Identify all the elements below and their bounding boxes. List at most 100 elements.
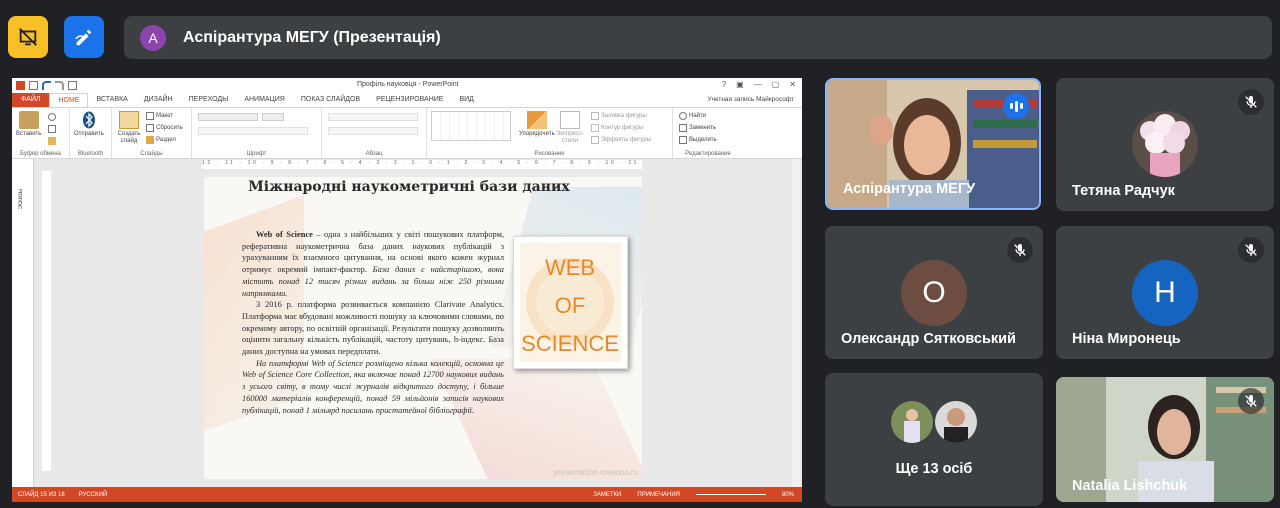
- styles-icon: [560, 111, 580, 129]
- tab-slideshow[interactable]: ПОКАЗ СЛАЙДОВ: [293, 93, 368, 107]
- paste-icon: [18, 111, 39, 129]
- ribbon-display-icon[interactable]: ▣: [736, 80, 744, 89]
- account-label[interactable]: Учетная запись Майкрософт: [707, 96, 794, 103]
- tab-animation[interactable]: АНИМАЦИЯ: [236, 93, 293, 107]
- replace-button[interactable]: Заменить: [679, 124, 716, 132]
- new-slide-icon: [119, 111, 139, 129]
- slide-title[interactable]: Міжнародні наукометричні бази даних: [244, 178, 574, 197]
- list-buttons[interactable]: [328, 113, 418, 121]
- tab-view[interactable]: ВИД: [451, 93, 481, 107]
- layout-icon: [146, 112, 154, 120]
- shared-screen: Профіль науковця - PowerPoint ? ▣ — ▢ ✕ …: [12, 78, 802, 502]
- tab-insert[interactable]: ВСТАВКА: [88, 93, 135, 107]
- web-of-science-logo[interactable]: WEB OF SCIENCE: [513, 236, 628, 369]
- tab-transitions[interactable]: ПЕРЕХОДЫ: [181, 93, 237, 107]
- others-count: Ще 13 осіб: [895, 461, 973, 477]
- others-avatars: [891, 401, 977, 443]
- arrange-button[interactable]: Упорядочить: [519, 111, 555, 137]
- close-icon[interactable]: ✕: [789, 80, 796, 89]
- participant-tile[interactable]: О Олександр Сятковський: [825, 226, 1043, 359]
- paste-button[interactable]: Вставить: [16, 111, 41, 137]
- bluetooth-group: Отправить Bluetooth: [70, 108, 112, 158]
- slide-body-text[interactable]: Web of Science – одна з найбільших у сві…: [242, 229, 504, 416]
- save-icon[interactable]: [29, 81, 38, 90]
- effects-icon: [591, 136, 599, 144]
- start-slideshow-icon[interactable]: [68, 81, 77, 90]
- mic-off-icon: [1245, 96, 1257, 108]
- current-slide[interactable]: Міжнародні наукометричні бази даних Web …: [204, 177, 642, 479]
- thumbnails-pane[interactable]: Эскизы: [12, 159, 34, 487]
- participant-avatar: Н: [1132, 260, 1198, 326]
- top-bar: А Аспірантура МЕГУ (Презентація): [0, 0, 1280, 76]
- annotate-button[interactable]: [64, 16, 104, 58]
- shape-outline-button[interactable]: Контур фигуры: [591, 124, 643, 132]
- participant-tile[interactable]: Natalia Lishchuk: [1056, 377, 1274, 502]
- participant-avatar: О: [901, 260, 967, 326]
- participant-tile[interactable]: Н Ніна Миронець: [1056, 226, 1274, 359]
- bluetooth-group-label: Bluetooth: [77, 151, 104, 157]
- audio-bar-icon: [1014, 100, 1018, 112]
- meeting-title-bar: А Аспірантура МЕГУ (Презентація): [124, 16, 1272, 59]
- minimize-icon[interactable]: —: [754, 80, 762, 89]
- arrange-icon: [526, 111, 547, 129]
- slides-group: Создать слайд Макет Сбросить Раздел Слай…: [112, 108, 192, 158]
- cursor-icon: [679, 136, 687, 144]
- paragraph-group: Абзац: [322, 108, 427, 158]
- send-bluetooth-button[interactable]: Отправить: [74, 111, 104, 137]
- select-button[interactable]: Выделить: [679, 136, 717, 144]
- powerpoint-window-title: Профіль науковця - PowerPoint: [357, 81, 459, 88]
- zoom-level[interactable]: 80%: [782, 492, 794, 498]
- participant-tile-speaker[interactable]: Аспірантура МЕГУ: [825, 78, 1041, 210]
- participant-photo-avatar: [1132, 111, 1198, 177]
- format-painter-button[interactable]: [48, 137, 56, 145]
- tab-file[interactable]: ФАЙЛ: [12, 93, 50, 107]
- vertical-scrollbar[interactable]: [792, 159, 800, 487]
- language-indicator[interactable]: РУССКИЙ: [79, 492, 107, 498]
- shapes-gallery[interactable]: [431, 111, 511, 141]
- hide-presentation-button[interactable]: [8, 16, 48, 58]
- section-button[interactable]: Раздел: [146, 136, 176, 144]
- maximize-icon[interactable]: ▢: [772, 80, 780, 89]
- copy-button[interactable]: [48, 125, 56, 133]
- web-of-science-logo-graphic: WEB OF SCIENCE: [520, 243, 621, 362]
- find-button[interactable]: Найти: [679, 112, 706, 120]
- shape-effects-button[interactable]: Эффекты фигуры: [591, 136, 651, 144]
- window-controls: ? ▣ — ▢ ✕: [722, 80, 796, 89]
- undo-icon[interactable]: [42, 81, 51, 90]
- new-slide-button[interactable]: Создать слайд: [115, 111, 143, 145]
- quick-access-toolbar: [16, 81, 77, 90]
- font-format-buttons[interactable]: [198, 127, 308, 135]
- slide-paragraph-2: З 2016 р. платформа розвивається компані…: [242, 300, 504, 357]
- redo-icon[interactable]: [55, 81, 64, 90]
- search-icon: [679, 112, 687, 120]
- others-tile[interactable]: Ще 13 осіб: [825, 373, 1043, 506]
- cut-button[interactable]: [48, 113, 56, 121]
- logo-line-web: WEB: [545, 255, 595, 280]
- presenter-avatar: А: [140, 24, 166, 51]
- status-bar: СЛАЙД 15 ИЗ 18 РУССКИЙ ЗАМЕТКИ ПРИМЕЧАНИ…: [12, 487, 802, 502]
- reset-button[interactable]: Сбросить: [146, 124, 183, 132]
- muted-indicator: [1238, 388, 1264, 414]
- font-name-box[interactable]: [198, 113, 258, 121]
- tab-home[interactable]: HOME: [49, 93, 89, 107]
- font-size-box[interactable]: [262, 113, 284, 121]
- thumbnails-label: Эскизы: [18, 189, 24, 210]
- mic-off-icon: [1245, 244, 1257, 256]
- tab-design[interactable]: ДИЗАЙН: [136, 93, 181, 107]
- help-icon[interactable]: ?: [722, 80, 726, 89]
- comments-button[interactable]: ПРИМЕЧАНИЯ: [637, 492, 680, 498]
- mic-off-icon: [1014, 244, 1026, 256]
- clipboard-group-label: Буфер обмена: [20, 151, 61, 157]
- shape-fill-button[interactable]: Заливка фигуры: [591, 112, 647, 120]
- participant-tile[interactable]: Тетяна Радчук: [1056, 78, 1274, 211]
- notes-button[interactable]: ЗАМЕТКИ: [593, 492, 621, 498]
- align-buttons[interactable]: [328, 127, 418, 135]
- tab-review[interactable]: РЕЦЕНЗИРОВАНИЕ: [368, 93, 451, 107]
- presentation-off-icon: [19, 28, 37, 46]
- layout-button[interactable]: Макет: [146, 112, 173, 120]
- quick-styles-button[interactable]: Экспресс-стили: [555, 111, 585, 145]
- audio-bar-icon: [1019, 103, 1023, 109]
- zoom-slider[interactable]: [695, 494, 766, 495]
- audio-bar-icon: [1009, 103, 1013, 109]
- outline-icon: [591, 124, 599, 132]
